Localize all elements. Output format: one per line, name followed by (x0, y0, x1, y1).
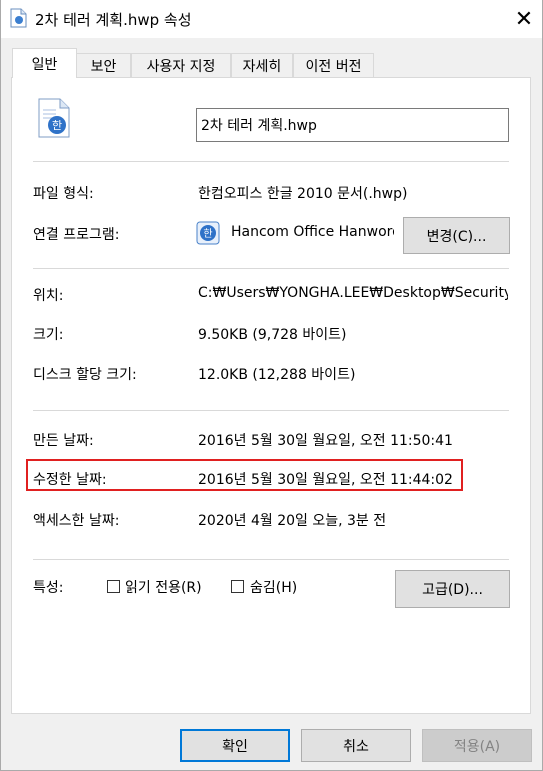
hidden-label[interactable]: 숨김(H) (250, 577, 297, 597)
close-icon: ✕ (514, 6, 534, 32)
tab-details[interactable]: 자세히 (231, 53, 293, 77)
separator (33, 410, 509, 411)
hwp-file-icon: 한 (38, 98, 70, 138)
created-label: 만든 날짜: (33, 433, 94, 449)
advanced-button[interactable]: 고급(D)... (395, 570, 510, 608)
accessed-label: 액세스한 날짜: (33, 513, 120, 529)
tab-custom[interactable]: 사용자 지정 (131, 53, 231, 77)
apply-button: 적용(A) (422, 729, 532, 762)
tab-security[interactable]: 보안 (76, 53, 131, 77)
document-icon (10, 8, 27, 28)
file-type-value: 한컴오피스 한글 2010 문서(.hwp) (198, 186, 408, 202)
window-border-left (0, 0, 1, 771)
file-type-label: 파일 형식: (33, 186, 94, 202)
separator (33, 559, 509, 560)
cancel-button[interactable]: 취소 (301, 729, 411, 762)
modified-label: 수정한 날짜: (33, 472, 107, 488)
general-panel (11, 77, 531, 714)
tab-general[interactable]: 일반 (12, 48, 77, 78)
accessed-value: 2020년 4월 20일 오늘, 3분 전 (198, 513, 387, 529)
size-on-disk-label: 디스크 할당 크기: (33, 367, 137, 383)
filename-input[interactable]: 2차 테러 계획.hwp (196, 108, 509, 142)
created-value: 2016년 5월 30일 월요일, 오전 11:50:41 (198, 433, 453, 449)
svg-text:한: 한 (203, 228, 212, 240)
readonly-checkbox[interactable] (107, 580, 120, 593)
size-label: 크기: (33, 327, 64, 343)
hidden-checkbox[interactable] (231, 580, 244, 593)
window-title: 2차 테러 계획.hwp 속성 (35, 11, 192, 29)
size-on-disk-value: 12.0KB (12,288 바이트) (198, 367, 356, 383)
attributes-label: 특성: (33, 580, 64, 596)
location-label: 위치: (33, 288, 64, 304)
readonly-label[interactable]: 읽기 전용(R) (125, 577, 202, 597)
open-with-label: 연결 프로그램: (33, 227, 120, 243)
open-with-value: Hancom Office Hanword (231, 224, 394, 240)
tab-previous-versions[interactable]: 이전 버전 (293, 53, 374, 77)
modified-value: 2016년 5월 30일 월요일, 오전 11:44:02 (198, 472, 453, 488)
svg-text:한: 한 (52, 119, 62, 132)
separator (33, 268, 509, 269)
close-button[interactable]: ✕ (505, 0, 543, 38)
separator (33, 161, 509, 162)
ok-button[interactable]: 확인 (180, 729, 290, 762)
size-value: 9.50KB (9,728 바이트) (198, 327, 347, 343)
change-button[interactable]: 변경(C)... (403, 217, 510, 254)
hanword-app-icon: 한 (196, 221, 220, 245)
location-value: C:₩Users₩YONGHA.LEE₩Desktop₩Security-Stu… (198, 285, 508, 301)
